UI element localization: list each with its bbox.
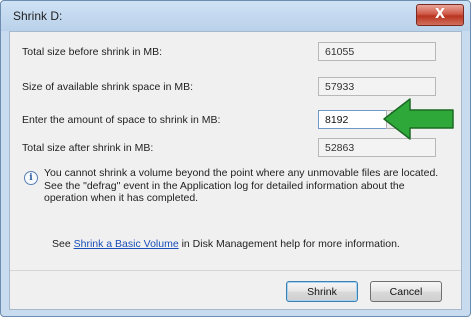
divider — [10, 270, 461, 271]
total-size-after-label: Total size after shrink in MB: — [22, 142, 154, 154]
available-shrink-space-label: Size of available shrink space in MB: — [22, 81, 193, 93]
help-line: See Shrink a Basic Volume in Disk Manage… — [52, 238, 400, 250]
cancel-button[interactable]: Cancel — [370, 281, 442, 302]
close-button[interactable]: X — [416, 4, 464, 26]
help-prefix: See — [52, 238, 74, 250]
info-icon: i — [24, 171, 38, 185]
help-link[interactable]: Shrink a Basic Volume — [74, 238, 179, 250]
shrink-dialog: Shrink D: X Total size before shrink in … — [0, 0, 471, 317]
green-arrow-left-icon — [383, 98, 454, 140]
dialog-title: Shrink D: — [13, 9, 63, 23]
help-suffix: in Disk Management help for more informa… — [178, 238, 400, 250]
shrink-amount-input[interactable]: 8192 — [318, 110, 388, 129]
dialog-body: Total size before shrink in MB: 61055 Si… — [9, 31, 462, 310]
shrink-button[interactable]: Shrink — [286, 281, 358, 302]
info-message: You cannot shrink a volume beyond the po… — [44, 167, 439, 204]
title-bar[interactable]: Shrink D: X — [1, 1, 470, 31]
total-size-before-value: 61055 — [318, 42, 436, 61]
total-size-before-label: Total size before shrink in MB: — [22, 46, 163, 58]
shrink-amount-label: Enter the amount of space to shrink in M… — [22, 114, 221, 126]
available-shrink-space-value: 57933 — [318, 77, 436, 96]
